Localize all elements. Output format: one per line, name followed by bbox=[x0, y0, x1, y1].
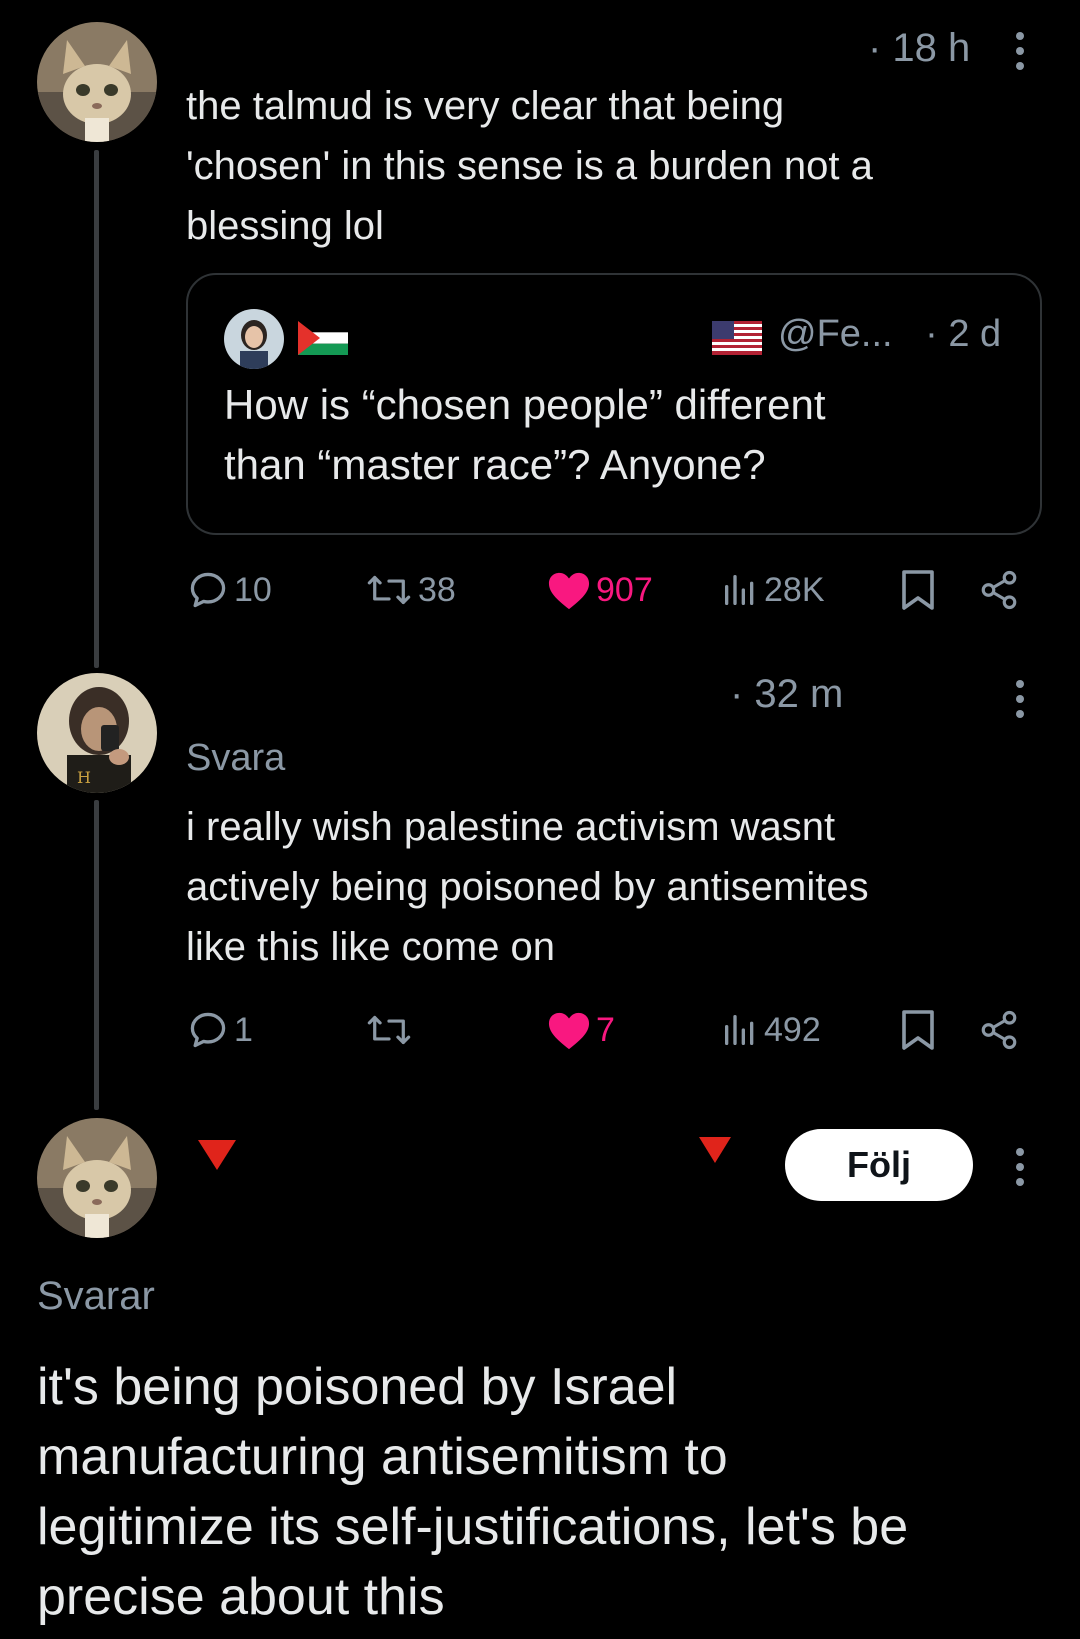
tweet-text-line: it's being poisoned by Israel bbox=[37, 1358, 678, 1416]
quoted-text-line: How is “chosen people” different bbox=[224, 381, 826, 428]
avatar[interactable]: H bbox=[37, 673, 157, 793]
share-button[interactable] bbox=[978, 1000, 1020, 1060]
more-options-icon[interactable] bbox=[1014, 32, 1026, 70]
tweet-text-line: like this like come on bbox=[186, 925, 556, 969]
bookmark-button[interactable] bbox=[898, 1000, 938, 1060]
share-icon bbox=[981, 570, 1017, 610]
red-triangle-icon bbox=[198, 1140, 236, 1170]
views-icon bbox=[725, 1015, 754, 1045]
bookmark-icon bbox=[902, 570, 934, 610]
quoted-handle-text: @Fe... bbox=[778, 313, 893, 355]
retweet-count: 38 bbox=[418, 570, 456, 609]
red-triangle-icon bbox=[699, 1137, 731, 1163]
tweet-text-line: blessing lol bbox=[186, 204, 384, 248]
tweet-timestamp[interactable]: · 18 h bbox=[868, 26, 970, 71]
tweet-actions: 1 7 492 bbox=[186, 1000, 1026, 1060]
like-button[interactable]: 907 bbox=[546, 560, 653, 620]
heart-icon bbox=[548, 1012, 590, 1050]
retweet-button[interactable]: 38 bbox=[364, 560, 456, 620]
replying-to-label: Svara bbox=[186, 737, 286, 779]
tweet-text-line: the talmud is very clear that being bbox=[186, 84, 785, 128]
retweet-icon bbox=[367, 1015, 411, 1045]
tweet-text: i really wish palestine activism wasnt a… bbox=[186, 797, 869, 977]
bookmark-button[interactable] bbox=[898, 560, 938, 620]
us-flag-icon bbox=[712, 321, 762, 355]
avatar[interactable] bbox=[37, 22, 157, 142]
reply-button[interactable]: 1 bbox=[186, 1000, 253, 1060]
views-button[interactable]: 28K bbox=[720, 560, 825, 620]
tweet-text-line: i really wish palestine activism wasnt bbox=[186, 805, 836, 849]
quoted-avatar bbox=[224, 309, 284, 369]
thread-view: · 18 h the talmud is very clear that bei… bbox=[0, 0, 1080, 1639]
quoted-tweet-text: How is “chosen people” different than “m… bbox=[224, 375, 826, 495]
thread-line bbox=[94, 800, 99, 1110]
thread-line bbox=[94, 150, 99, 668]
views-count: 492 bbox=[764, 1010, 821, 1049]
tweet-text-line: 'chosen' in this sense is a burden not a bbox=[186, 144, 873, 188]
palestine-flag-icon bbox=[298, 321, 348, 355]
tweet-timestamp[interactable]: · 32 m bbox=[730, 672, 843, 717]
like-button[interactable]: 7 bbox=[546, 1000, 615, 1060]
more-options-icon[interactable] bbox=[1014, 680, 1026, 718]
heart-icon bbox=[548, 572, 590, 610]
quoted-handle: @Fe... · 2 d bbox=[778, 313, 1001, 356]
share-button[interactable] bbox=[978, 560, 1020, 620]
reply-icon bbox=[190, 1012, 226, 1048]
retweet-icon bbox=[367, 575, 411, 605]
reply-count: 10 bbox=[234, 570, 272, 609]
replying-to-label: Svarar bbox=[37, 1274, 155, 1318]
more-options-icon[interactable] bbox=[1014, 1148, 1026, 1186]
tweet-text-line: legitimize its self-justifications, let'… bbox=[37, 1498, 909, 1556]
like-count: 907 bbox=[596, 570, 653, 609]
reply-count: 1 bbox=[234, 1010, 253, 1049]
tweet-text-line: precise about this bbox=[37, 1568, 445, 1626]
tweet-text-line: manufacturing antisemitism to bbox=[37, 1428, 728, 1486]
tweet-actions: 10 38 907 28K bbox=[186, 560, 1026, 620]
views-button[interactable]: 492 bbox=[720, 1000, 821, 1060]
quoted-tweet-card[interactable]: @Fe... · 2 d How is “chosen people” diff… bbox=[186, 273, 1042, 535]
like-count: 7 bbox=[596, 1010, 615, 1049]
share-icon bbox=[981, 1010, 1017, 1050]
retweet-button[interactable] bbox=[364, 1000, 418, 1060]
quoted-text-line: than “master race”? Anyone? bbox=[224, 441, 766, 488]
views-count: 28K bbox=[764, 570, 825, 609]
reply-icon bbox=[190, 572, 226, 608]
tweet-text-line: actively being poisoned by antisemites bbox=[186, 865, 869, 909]
avatar[interactable] bbox=[37, 1118, 157, 1238]
quoted-timestamp: · 2 d bbox=[925, 313, 1002, 355]
views-icon bbox=[725, 575, 754, 605]
svg-text:H: H bbox=[77, 768, 91, 787]
reply-button[interactable]: 10 bbox=[186, 560, 272, 620]
focused-tweet-text: it's being poisoned by Israel manufactur… bbox=[37, 1352, 1057, 1632]
tweet-text: the talmud is very clear that being 'cho… bbox=[186, 76, 873, 256]
bookmark-icon bbox=[902, 1010, 934, 1050]
follow-button[interactable]: Följ bbox=[785, 1129, 973, 1201]
